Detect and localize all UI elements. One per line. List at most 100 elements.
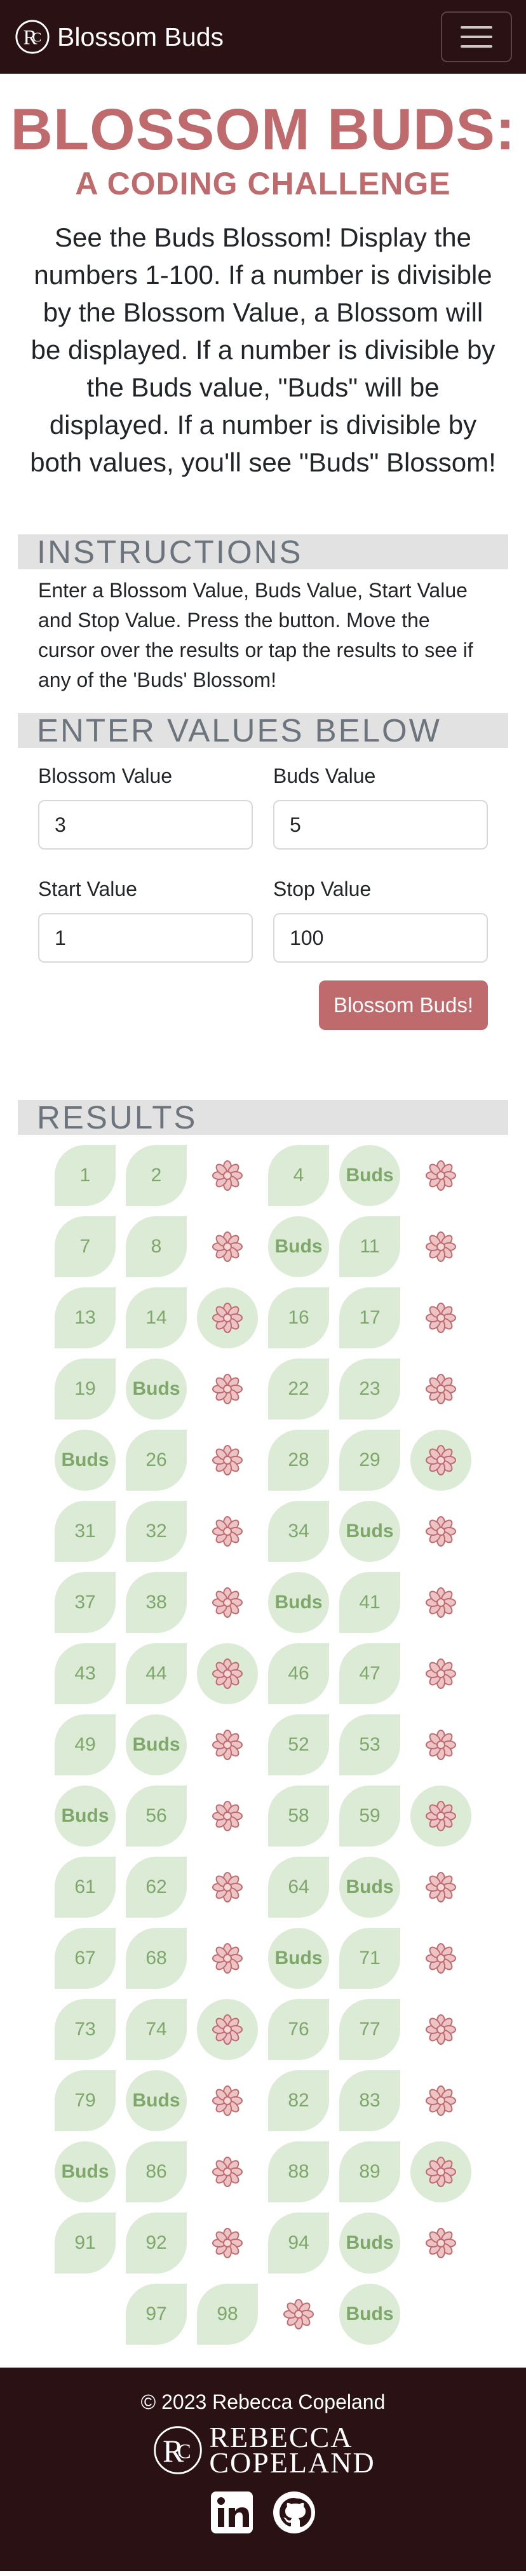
result-blossom[interactable]: [197, 1430, 258, 1491]
result-blossom[interactable]: [410, 2213, 471, 2274]
menu-toggle-button[interactable]: [441, 11, 512, 62]
result-number[interactable]: 4: [268, 1145, 329, 1206]
result-number[interactable]: 97: [126, 2284, 187, 2345]
result-buds[interactable]: Buds: [268, 1572, 329, 1633]
result-buds-blossom[interactable]: [197, 1999, 258, 2060]
result-buds[interactable]: Buds: [339, 2284, 400, 2345]
result-buds-blossom[interactable]: [410, 1430, 471, 1491]
result-number[interactable]: 86: [126, 2141, 187, 2202]
result-blossom[interactable]: [197, 1928, 258, 1989]
result-blossom[interactable]: [410, 1643, 471, 1704]
result-number[interactable]: 37: [55, 1572, 116, 1633]
result-blossom[interactable]: [410, 1572, 471, 1633]
result-number[interactable]: 11: [339, 1216, 400, 1277]
result-number[interactable]: 94: [268, 2213, 329, 2274]
result-buds[interactable]: Buds: [126, 2070, 187, 2131]
linkedin-icon[interactable]: [210, 2490, 254, 2535]
result-number[interactable]: 52: [268, 1714, 329, 1775]
result-number[interactable]: 41: [339, 1572, 400, 1633]
result-blossom[interactable]: [197, 1216, 258, 1277]
result-number[interactable]: 19: [55, 1359, 116, 1420]
result-number[interactable]: 28: [268, 1430, 329, 1491]
result-number[interactable]: 73: [55, 1999, 116, 2060]
result-blossom[interactable]: [197, 1359, 258, 1420]
result-number[interactable]: 83: [339, 2070, 400, 2131]
blossom-value-input[interactable]: 3: [38, 800, 253, 850]
result-blossom[interactable]: [197, 2070, 258, 2131]
result-buds[interactable]: Buds: [55, 1430, 116, 1491]
result-blossom[interactable]: [410, 1287, 471, 1348]
result-blossom[interactable]: [268, 2284, 329, 2345]
result-number[interactable]: 17: [339, 1287, 400, 1348]
result-buds[interactable]: Buds: [268, 1216, 329, 1277]
blossom-buds-button[interactable]: Blossom Buds!: [319, 980, 488, 1030]
result-number[interactable]: 89: [339, 2141, 400, 2202]
github-icon[interactable]: [272, 2490, 316, 2535]
result-number[interactable]: 1: [55, 1145, 116, 1206]
result-blossom[interactable]: [197, 2213, 258, 2274]
result-number[interactable]: 92: [126, 2213, 187, 2274]
result-number[interactable]: 31: [55, 1501, 116, 1562]
result-buds[interactable]: Buds: [126, 1714, 187, 1775]
result-number[interactable]: 16: [268, 1287, 329, 1348]
result-number[interactable]: 23: [339, 1359, 400, 1420]
result-number[interactable]: 26: [126, 1430, 187, 1491]
result-number[interactable]: 67: [55, 1928, 116, 1989]
result-number[interactable]: 53: [339, 1714, 400, 1775]
result-number[interactable]: 56: [126, 1786, 187, 1847]
start-value-input[interactable]: 1: [38, 913, 253, 963]
result-number[interactable]: 34: [268, 1501, 329, 1562]
result-buds-blossom[interactable]: [197, 1643, 258, 1704]
result-buds[interactable]: Buds: [339, 1501, 400, 1562]
result-buds-blossom[interactable]: [410, 1786, 471, 1847]
result-number[interactable]: 88: [268, 2141, 329, 2202]
result-buds-blossom[interactable]: [410, 2141, 471, 2202]
result-number[interactable]: 43: [55, 1643, 116, 1704]
result-number[interactable]: 74: [126, 1999, 187, 2060]
result-buds[interactable]: Buds: [339, 2213, 400, 2274]
result-number[interactable]: 76: [268, 1999, 329, 2060]
result-blossom[interactable]: [410, 1145, 471, 1206]
result-blossom[interactable]: [197, 1714, 258, 1775]
result-number[interactable]: 71: [339, 1928, 400, 1989]
result-buds[interactable]: Buds: [55, 2141, 116, 2202]
result-number[interactable]: 13: [55, 1287, 116, 1348]
result-number[interactable]: 32: [126, 1501, 187, 1562]
result-blossom[interactable]: [410, 1359, 471, 1420]
result-blossom[interactable]: [410, 1928, 471, 1989]
result-number[interactable]: 82: [268, 2070, 329, 2131]
result-number[interactable]: 62: [126, 1857, 187, 1918]
result-blossom[interactable]: [410, 1857, 471, 1918]
result-number[interactable]: 77: [339, 1999, 400, 2060]
result-number[interactable]: 61: [55, 1857, 116, 1918]
result-number[interactable]: 44: [126, 1643, 187, 1704]
result-blossom[interactable]: [197, 1572, 258, 1633]
result-blossom[interactable]: [410, 1999, 471, 2060]
brand-link[interactable]: R C Blossom Buds: [14, 18, 224, 55]
result-number[interactable]: 38: [126, 1572, 187, 1633]
result-number[interactable]: 79: [55, 2070, 116, 2131]
result-buds[interactable]: Buds: [339, 1145, 400, 1206]
result-blossom[interactable]: [197, 1786, 258, 1847]
result-number[interactable]: 7: [55, 1216, 116, 1277]
result-number[interactable]: 49: [55, 1714, 116, 1775]
result-blossom[interactable]: [410, 1501, 471, 1562]
result-number[interactable]: 98: [197, 2284, 258, 2345]
result-buds[interactable]: Buds: [126, 1359, 187, 1420]
result-blossom[interactable]: [197, 1145, 258, 1206]
result-blossom[interactable]: [410, 2070, 471, 2131]
result-blossom[interactable]: [410, 1714, 471, 1775]
result-number[interactable]: 22: [268, 1359, 329, 1420]
result-number[interactable]: 64: [268, 1857, 329, 1918]
result-number[interactable]: 58: [268, 1786, 329, 1847]
result-number[interactable]: 47: [339, 1643, 400, 1704]
result-number[interactable]: 2: [126, 1145, 187, 1206]
result-buds[interactable]: Buds: [268, 1928, 329, 1989]
buds-value-input[interactable]: 5: [273, 800, 488, 850]
result-buds[interactable]: Buds: [55, 1786, 116, 1847]
result-number[interactable]: 14: [126, 1287, 187, 1348]
result-blossom[interactable]: [197, 1501, 258, 1562]
result-number[interactable]: 46: [268, 1643, 329, 1704]
result-number[interactable]: 8: [126, 1216, 187, 1277]
result-number[interactable]: 59: [339, 1786, 400, 1847]
